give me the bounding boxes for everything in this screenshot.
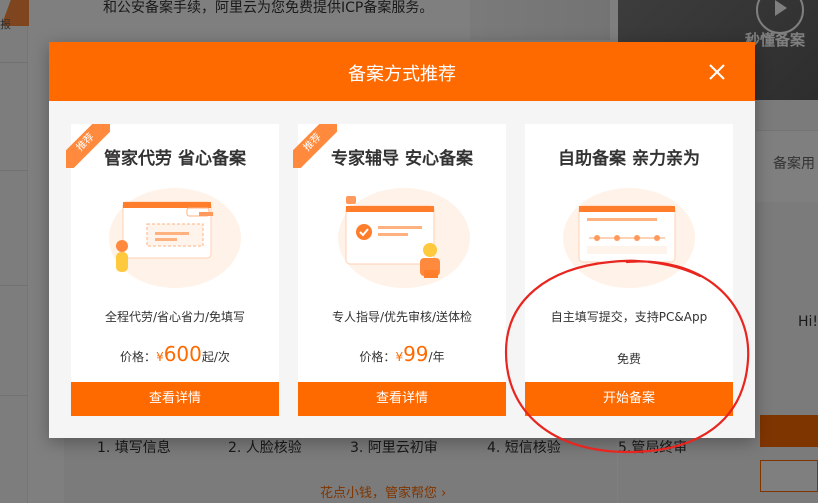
card-title: 专家辅导 安心备案 xyxy=(331,149,473,169)
price-value: 99 xyxy=(403,342,429,366)
card-concierge: 推荐 管家代劳 省心备案 全程代劳/省心省力/免填写 价格：¥600起/次 查看… xyxy=(66,124,279,416)
modal-title: 备案方式推荐 xyxy=(348,64,456,85)
card-title: 自助备案 亲力亲为 xyxy=(558,149,700,169)
concierge-illustration-icon xyxy=(109,188,241,288)
card-description: 自主填写提交，支持PC&App xyxy=(550,310,708,324)
card-price: 价格：¥99/年 xyxy=(298,342,506,366)
card-expert: 推荐 专家辅导 安心备案 专人指导/优先审核/送体检 价格：¥99/年 查看详情 xyxy=(293,124,506,416)
expert-illustration-icon xyxy=(338,188,470,288)
card-self-service: 自助备案 亲力亲为 自主填写提交，支持PC&App 免费 开始备案 xyxy=(525,124,733,416)
price-unit: /年 xyxy=(428,350,445,364)
view-details-button[interactable]: 查看详情 xyxy=(71,382,279,416)
view-details-button[interactable]: 查看详情 xyxy=(298,382,506,416)
price-value: 600 xyxy=(163,342,202,366)
filing-method-modal: 备案方式推荐 推荐 管家代劳 省心备案 全程代劳/省心省力/免填写 价格：¥60… xyxy=(49,42,755,438)
card-price: 价格：¥600起/次 xyxy=(71,342,279,366)
self-service-illustration-icon xyxy=(563,188,695,288)
card-description: 专人指导/优先审核/送体检 xyxy=(331,310,473,324)
price-currency: ¥ xyxy=(156,350,164,364)
price-label: 价格： xyxy=(120,350,157,364)
card-price-free: 免费 xyxy=(616,352,641,366)
modal-header: 备案方式推荐 xyxy=(49,42,755,101)
price-unit: 起/次 xyxy=(201,350,230,364)
price-currency: ¥ xyxy=(395,350,404,364)
card-title: 管家代劳 省心备案 xyxy=(104,149,246,169)
close-icon[interactable] xyxy=(705,60,729,84)
start-filing-button[interactable]: 开始备案 xyxy=(525,382,733,416)
price-label: 价格： xyxy=(359,350,396,364)
card-description: 全程代劳/省心省力/免填写 xyxy=(104,310,246,324)
